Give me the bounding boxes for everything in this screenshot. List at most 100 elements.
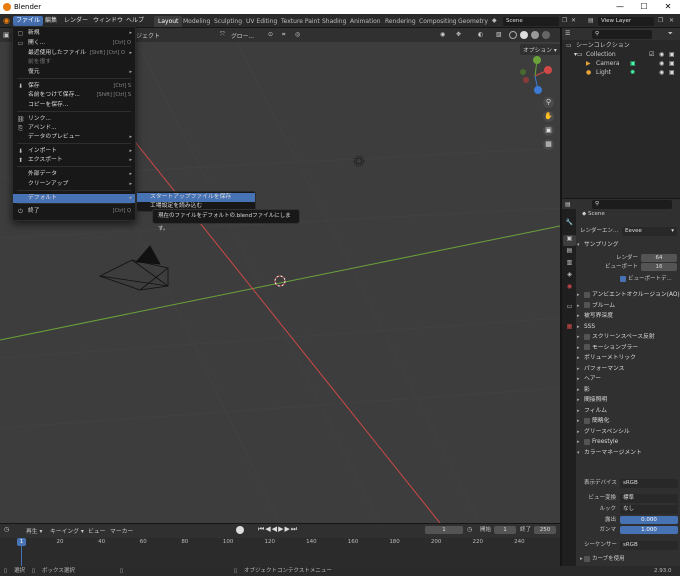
timeline-editor-icon[interactable]: ◷ [4,526,9,533]
properties-editor-icon[interactable]: ▤ [565,201,571,208]
file-menu-item[interactable]: データのプレビュー ▸ [13,133,135,142]
end-frame-field[interactable]: 250 [534,526,556,534]
output-tab-icon[interactable]: ▤ [563,247,576,258]
panel-header[interactable]: ▸ SSS [577,323,680,332]
sequencer-select[interactable]: sRGB [620,541,678,550]
scene-field[interactable]: Scene [503,17,559,26]
tab-modeling[interactable]: Modeling [179,16,214,27]
panel-header[interactable]: ▸ Freestyle [577,438,680,447]
checkbox-icon[interactable] [584,302,590,308]
transform-orientation-select[interactable]: グロー... [231,31,254,40]
file-menu-item[interactable]: ⬇ インポート ▸ [13,147,135,156]
save-startup-file-item[interactable]: スタートアップファイルを保存 [137,193,255,202]
panel-header[interactable]: ▾ カラーマネージメント [577,449,680,458]
outliner-editor-icon[interactable]: ☰ [565,30,570,37]
view-layer-field[interactable]: View Layer [598,17,654,26]
proportional-edit-icon[interactable]: ◎ [295,31,300,38]
view-layer-delete-icon[interactable]: ✕ [669,17,674,24]
menu-render[interactable]: レンダー [61,16,91,26]
pivot-icon[interactable]: ⊙ [268,31,273,38]
panel-header[interactable]: ▸ ブルーム [577,302,680,311]
tab-rendering[interactable]: Rendering [381,16,420,27]
preview-range-icon[interactable]: ◷ [467,526,472,533]
viewport-denoise-row[interactable]: ビューポートデ... [620,275,672,284]
file-menu-item[interactable]: ⏻ 終了 [Ctrl] Q [13,207,135,216]
tab-animation[interactable]: Animation [346,16,385,27]
file-menu-item[interactable]: 名前をつけて保存... [Shift] [Ctrl] S [13,91,135,100]
properties-search-input[interactable]: ⚲ [592,200,672,209]
file-menu-item[interactable]: 前を復す [13,58,135,67]
panel-header[interactable]: ▸ スクリーンスペース反射 [577,333,680,342]
file-menu-item[interactable]: 外部データ ▸ [13,170,135,179]
snap-icon[interactable]: ⌗ [282,31,285,39]
outliner-row-collection[interactable]: ▾▭ Collection ☑ ◉ ▣ [562,50,680,59]
checkbox-icon[interactable] [584,417,590,424]
tab-geometry[interactable]: Geometry [454,16,492,27]
rendered-shading-icon[interactable] [541,31,550,39]
world-tab-icon[interactable]: ◉ [563,283,576,294]
panel-header[interactable]: ▸ モーションブラー [577,344,680,353]
record-icon[interactable] [236,526,244,534]
scene-tab-icon[interactable]: ◈ [563,271,576,282]
view-layer-copy-icon[interactable]: ❐ [658,17,663,24]
gamma-field[interactable]: 1.000 [620,526,678,534]
camera-data-icon[interactable]: ▣ [630,59,636,68]
menu-file[interactable]: ファイル [13,16,44,26]
playhead[interactable]: 1 [17,538,26,546]
overlay-icon[interactable]: ◐ [478,31,483,38]
keying-menu[interactable]: キーイング ▾ [50,526,84,535]
panel-header[interactable]: ▸ 間接照明 [577,396,680,405]
panel-header[interactable]: ▸ グリースペンシル [577,428,680,437]
sampling-viewport-field[interactable]: 16 [641,263,677,271]
pan-hand-icon[interactable]: ✋ [543,111,554,122]
tool-tab-icon[interactable]: 🔧 [563,219,576,230]
mode-label[interactable]: ジェクト [136,31,160,40]
look-select[interactable]: なし [620,505,678,514]
file-menu-item[interactable]: ⬆ エクスポート ▸ [13,156,135,165]
playback-menu[interactable]: 再生 ▾ [26,526,42,535]
display-device-select[interactable]: sRGB [620,479,678,488]
perspective-toggle-icon[interactable]: ▦ [543,139,554,150]
scene-copy-icon[interactable]: ❐ [562,17,567,24]
render-engine-select[interactable]: Eevee ▾ [622,227,677,236]
checkbox-icon[interactable] [584,344,590,350]
light-data-icon[interactable]: ✺ [630,68,635,77]
material-shading-icon[interactable] [530,31,539,39]
file-menu-item[interactable]: 復元 ▸ [13,68,135,77]
panel-header[interactable]: ▸ アンビエントオクルージョン(AO) [577,291,680,300]
panel-header[interactable]: ▸ 簡略化 [577,417,680,426]
view-transform-select[interactable]: 標準 [620,494,678,503]
tab-texture-paint[interactable]: Texture Paint [277,16,324,27]
use-curves-row[interactable]: ▸ カーブを使用 [580,555,625,564]
file-menu-item[interactable]: ⛓ リンク... [13,115,135,124]
options-menu[interactable]: オプション ▾ [520,44,560,55]
file-menu-item[interactable]: ▢ 新規 ▸ [13,29,135,38]
texture-tab-icon[interactable]: ▦ [563,323,576,334]
menu-edit[interactable]: 編集 [42,16,60,26]
checkbox-icon[interactable]: ☑ [649,50,654,59]
file-menu-item[interactable]: デフォルト ▸ [13,194,135,203]
file-menu-item[interactable]: 最近使用したファイル [Shift] [Ctrl] O ▸ [13,49,135,58]
outliner-row-light[interactable]: ● Light ✺ ◉ ▣ [562,68,680,77]
panel-header[interactable]: ▸ パフォーマンス [577,365,680,374]
camera-render-icon[interactable]: ▣ [669,68,675,77]
file-menu-item[interactable]: ▭ 開く... [Ctrl] O [13,39,135,48]
outliner-row-camera[interactable]: ▶ Camera ▣ ◉ ▣ [562,59,680,68]
panel-sampling[interactable]: ▾ サンプリング [577,241,680,250]
outliner-scene-collection[interactable]: ▭ シーンコレクション [562,41,680,50]
menu-help[interactable]: ヘルプ [123,16,147,26]
eye-icon[interactable]: ◉ [659,68,664,77]
outliner-search-input[interactable]: ⚲ [592,30,652,39]
panel-header[interactable]: ▸ 被写界深度 [577,312,680,321]
file-menu-item[interactable]: クリーンアップ ▸ [13,180,135,189]
file-menu-item[interactable]: ⬇ 保存 [Ctrl] S [13,82,135,91]
checkbox-icon[interactable] [584,555,590,562]
timeline-ruler[interactable]: 1204060801001201401601802002202401 [0,538,560,567]
view-menu[interactable]: ビュー [88,526,105,535]
checkbox-icon[interactable] [584,333,590,340]
filter-icon[interactable]: ⏷ [668,30,673,38]
render-tab-icon[interactable]: ▣ [563,235,576,246]
collection-tab-icon[interactable]: ▭ [563,303,576,314]
camera-render-icon[interactable]: ▣ [669,50,675,59]
exposure-field[interactable]: 0.000 [620,516,678,524]
